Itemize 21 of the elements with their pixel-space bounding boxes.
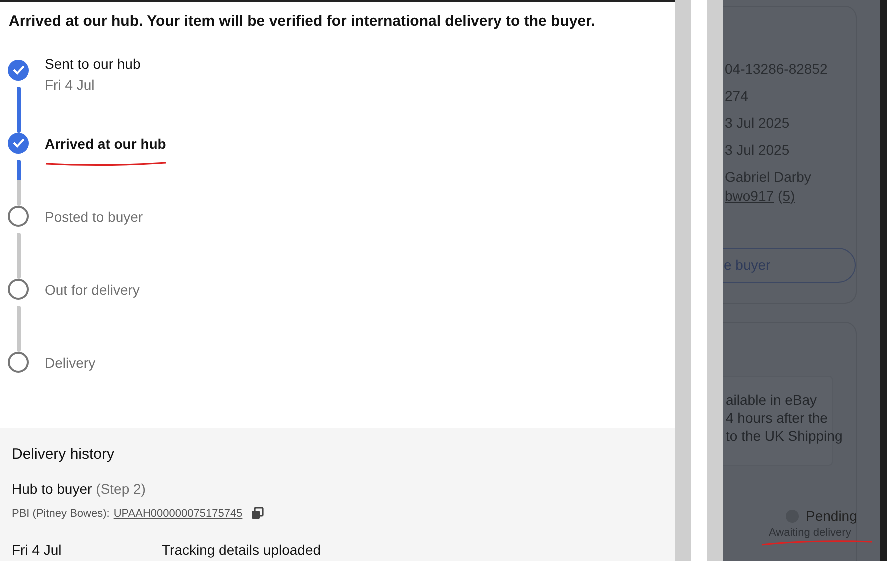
info-text: ailable in eBay (726, 391, 818, 409)
tracking-link[interactable]: UPAAH000000075175745 (114, 506, 243, 522)
panel-heading: Arrived at our hub. Your item will be verified for international delivery to the buyer. (8, 12, 596, 32)
status-label: Pending (806, 507, 858, 526)
copy-icon[interactable] (250, 507, 264, 520)
event-date: Fri 4 Jul (12, 541, 63, 560)
step-label: Out for delivery (45, 280, 140, 300)
event-description: Tracking details uploaded (162, 541, 322, 560)
step-label: Posted to buyer (45, 208, 144, 227)
info-text: to the UK Shipping (726, 427, 843, 445)
step-label: Delivery (45, 354, 96, 373)
step-label: Sent to our hub (45, 54, 141, 74)
carrier-label: PBI (Pitney Bowes): (12, 506, 110, 522)
progress-track (16, 160, 20, 206)
step-date: Fri 4 Jul (45, 76, 96, 94)
progress-track (16, 86, 20, 132)
section-title: Delivery history (12, 445, 116, 465)
step-label: Arrived at our hub (45, 134, 167, 154)
step-number: (Step 2) (96, 480, 146, 499)
info-text: 4 hours after the (726, 409, 829, 427)
leg-title: Hub to buyer (12, 480, 92, 499)
